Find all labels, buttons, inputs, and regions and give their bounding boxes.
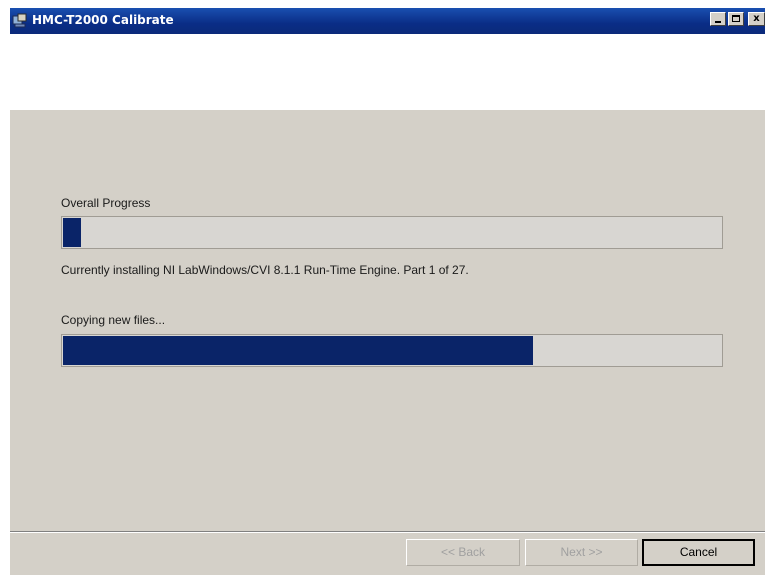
maximize-button[interactable] [728, 12, 744, 26]
maximize-icon [732, 15, 740, 22]
close-icon: x [753, 13, 760, 24]
close-button[interactable]: x [748, 12, 765, 26]
title-bar[interactable]: HMC-T2000 Calibrate x [10, 8, 765, 34]
installer-window: HMC-T2000 Calibrate x Overall Progress C… [10, 8, 765, 575]
overall-progress-fill [63, 218, 81, 247]
back-button[interactable]: << Back [406, 539, 520, 566]
file-copy-progress-bar [61, 334, 723, 367]
header-panel [10, 34, 765, 110]
overall-progress-label: Overall Progress [61, 196, 151, 210]
minimize-button[interactable] [710, 12, 726, 26]
current-task-label: Copying new files... [61, 313, 166, 327]
next-button[interactable]: Next >> [525, 539, 638, 566]
installer-icon [12, 13, 28, 28]
file-copy-progress-fill [63, 336, 533, 365]
cancel-button[interactable]: Cancel [642, 539, 755, 566]
overall-progress-bar [61, 216, 723, 249]
minimize-icon [715, 21, 721, 23]
footer-divider [10, 531, 765, 533]
install-status-text: Currently installing NI LabWindows/CVI 8… [61, 263, 469, 277]
window-title: HMC-T2000 Calibrate [32, 13, 174, 27]
